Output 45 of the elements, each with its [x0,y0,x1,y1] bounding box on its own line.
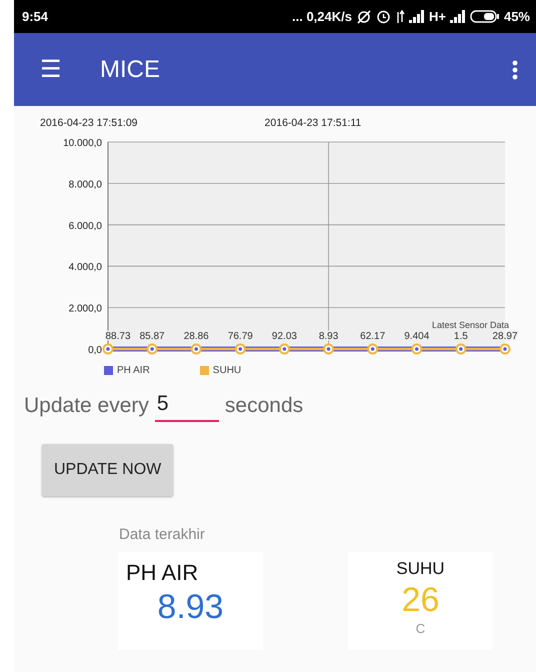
reading-unit: C [416,620,426,636]
app-title: MICE [100,54,160,84]
reading-label: PH AIR [126,559,200,587]
y-tick-label: 6.000,0 [68,220,102,232]
value-label: 28.86 [184,331,209,342]
reading-label: SUHU [395,558,446,580]
alarm-icon [376,9,391,24]
sync-off-icon [356,10,372,24]
update-label: Update every [24,393,149,419]
y-tick-label: 2.000,0 [68,304,102,315]
status-time: 9:54 [22,8,48,26]
network-speed: ... 0,24K/s [292,8,352,26]
x-tick-label: 2016-04-23 17:51:09 [40,117,138,129]
legend-swatch [104,366,113,375]
value-label: 9.404 [404,331,430,342]
reading-value: 26 [400,582,440,619]
menu-button[interactable]: ☰ [40,58,62,82]
battery-level: 45% [504,8,530,26]
value-label: 62.17 [360,331,386,342]
reading-value: 8.93 [156,589,225,626]
network-type: H+ [428,8,446,26]
value-label: 8.93 [318,331,338,342]
y-tick-label: 0,0 [88,345,102,356]
legend-label: SUHU [212,364,242,378]
latest-data-heading: Data terakhir [119,524,206,544]
chart-annotation: Latest Sensor Data [432,320,509,330]
signal-icon [450,10,466,23]
battery-icon [470,10,500,23]
x-tick-label: 2016-04-23 17:51:11 [264,117,362,129]
y-tick-label: 10.000,0 [63,138,102,149]
data-arrows-icon [394,10,405,24]
signal-icon [408,10,425,23]
value-label: 76.79 [228,331,253,342]
interval-field[interactable]: 5 [154,388,219,422]
value-label: 85.87 [140,331,165,342]
value-label: 92.03 [272,331,297,342]
legend-label: PH AIR [117,364,150,378]
seconds-label: seconds [224,393,304,419]
legend-swatch [200,366,209,375]
y-tick-label: 4.000,0 [68,262,102,274]
more-options-icon[interactable] [512,60,518,80]
value-label: 1.5 [454,331,468,342]
y-tick-label: 8.000,0 [68,179,102,190]
update-now-button[interactable]: UPDATE NOW [42,444,174,496]
value-label: 28.97 [492,331,518,342]
